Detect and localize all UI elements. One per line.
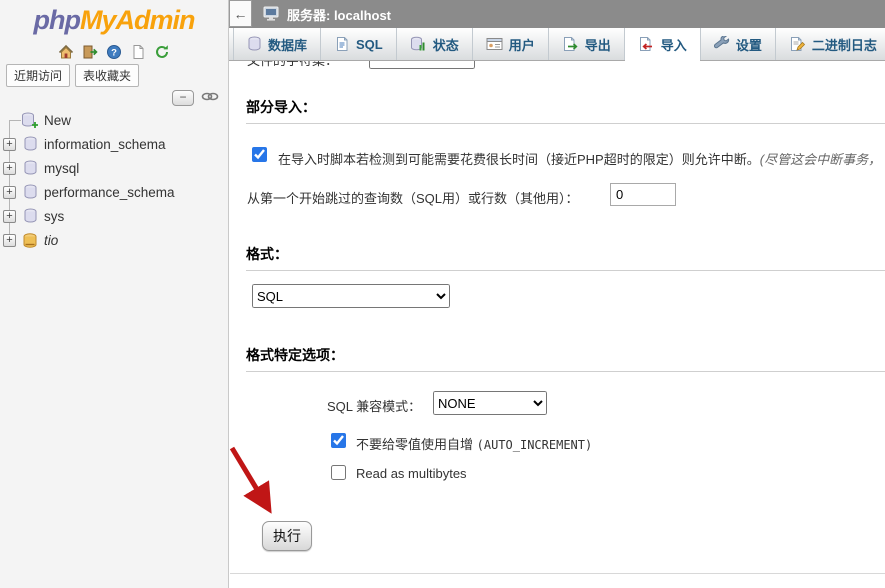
database-icon — [21, 160, 39, 176]
tree-item-mysql[interactable]: + mysql — [0, 156, 228, 180]
tree-controls: − — [172, 89, 219, 107]
sidebar-panel-tabs: 近期访问 表收藏夹 — [6, 64, 139, 87]
tab-users[interactable]: 用户 — [473, 28, 549, 60]
logo-php-text: php — [34, 5, 80, 35]
tab-export[interactable]: 导出 — [549, 28, 625, 60]
tab-settings[interactable]: 设置 — [701, 28, 776, 60]
collapse-all-button[interactable]: − — [172, 90, 194, 106]
format-select[interactable]: SQL — [252, 284, 450, 308]
format-heading: 格式： — [246, 244, 885, 271]
database-icon — [247, 36, 262, 52]
skip-queries-label: 从第一个开始跳过的查询数（SQL用）或行数（其他用）： — [247, 188, 579, 207]
import-icon — [638, 36, 655, 52]
database-tree: New + information_schema + mysql + — [0, 108, 228, 252]
refresh-icon[interactable] — [154, 43, 171, 60]
interrupt-note: (尽管这会中断事务， — [760, 152, 881, 167]
format-options-heading: 格式特定选项： — [246, 345, 885, 372]
phpmyadmin-logo[interactable]: phpMyAdmin — [0, 5, 228, 36]
tab-sql[interactable]: SQL — [321, 28, 397, 60]
tree-item-label: performance_schema — [44, 185, 175, 200]
favorite-tables-dropdown[interactable]: 表收藏夹 — [75, 64, 139, 87]
docs-icon[interactable] — [130, 43, 147, 60]
status-icon — [410, 36, 427, 52]
tree-item-label: mysql — [44, 161, 79, 176]
tab-label: 导出 — [585, 35, 611, 54]
red-annotation-arrow — [220, 438, 292, 530]
expand-plus-icon[interactable]: + — [3, 162, 16, 175]
database-icon — [21, 136, 39, 152]
home-icon[interactable] — [58, 43, 75, 60]
tree-item-label: tio — [44, 233, 58, 248]
tree-item-label: New — [44, 113, 71, 128]
database-icon — [21, 208, 39, 224]
autoincrement-code: (AUTO_INCREMENT) — [477, 438, 593, 452]
no-zero-autoincrement-label: 不要给零值使用自增 (AUTO_INCREMENT) — [356, 434, 592, 453]
users-icon — [486, 36, 503, 52]
svg-text:?: ? — [111, 47, 117, 58]
sql-icon — [334, 36, 350, 52]
server-label[interactable]: 服务器: localhost — [287, 5, 391, 24]
allow-interrupt-checkbox[interactable] — [252, 147, 267, 162]
tab-label: 设置 — [736, 35, 762, 54]
tab-import[interactable]: 导入 — [625, 28, 701, 60]
expand-plus-icon[interactable]: + — [3, 234, 16, 247]
tree-item-information-schema[interactable]: + information_schema — [0, 132, 228, 156]
server-tabs: 数据库 SQL 状态 用户 导出 — [229, 28, 885, 61]
footer-divider — [230, 573, 885, 574]
tree-item-tio[interactable]: + tio — [0, 228, 228, 252]
recent-tables-dropdown[interactable]: 近期访问 — [6, 64, 70, 87]
tab-label: 数据库 — [268, 35, 307, 54]
logo-myadmin-text: MyAdmin — [80, 5, 195, 35]
tree-item-new-database[interactable]: New — [0, 108, 228, 132]
tree-item-label: information_schema — [44, 137, 166, 152]
tree-item-sys[interactable]: + sys — [0, 204, 228, 228]
partial-import-heading: 部分导入： — [246, 97, 885, 124]
sidebar-collapse-button[interactable]: ← — [229, 0, 252, 27]
settings-wrench-icon — [714, 36, 730, 52]
server-monitor-icon — [263, 6, 281, 22]
tab-label: 二进制日志 — [812, 35, 877, 54]
binary-log-icon — [789, 36, 806, 52]
tab-label: 状态 — [433, 35, 459, 54]
exit-icon[interactable] — [82, 43, 99, 60]
no-zero-autoincrement-checkbox[interactable] — [331, 433, 346, 448]
link-icon[interactable] — [201, 89, 219, 107]
sql-compat-label: SQL 兼容模式： — [327, 396, 421, 415]
database-selected-icon — [21, 232, 39, 249]
expand-plus-icon[interactable]: + — [3, 210, 16, 223]
new-database-icon — [21, 112, 39, 129]
expand-plus-icon[interactable]: + — [3, 186, 16, 199]
allow-interrupt-label: 在导入时脚本若检测到可能需要花费很长时间（接近PHP超时的限定）则允许中断。(尽… — [278, 149, 881, 168]
read-multibytes-checkbox[interactable] — [331, 465, 346, 480]
tab-status[interactable]: 状态 — [397, 28, 473, 60]
skip-queries-input[interactable] — [610, 183, 676, 206]
server-breadcrumb-bar: 服务器: localhost — [229, 0, 885, 28]
execute-button[interactable]: 执行 — [262, 521, 312, 551]
tab-label: 用户 — [509, 35, 535, 54]
tab-binary-log[interactable]: 二进制日志 — [776, 28, 885, 60]
sql-compat-select[interactable]: NONE — [433, 391, 547, 415]
tree-item-performance-schema[interactable]: + performance_schema — [0, 180, 228, 204]
expand-plus-icon[interactable]: + — [3, 138, 16, 151]
tab-databases[interactable]: 数据库 — [233, 28, 321, 60]
read-multibytes-label: Read as multibytes — [356, 466, 467, 481]
sidebar: phpMyAdmin ? 近期访问 表收藏夹 − — [0, 0, 229, 588]
export-icon — [562, 36, 579, 52]
tree-item-label: sys — [44, 209, 64, 224]
tab-label: 导入 — [661, 35, 687, 54]
tree-stub — [9, 120, 21, 121]
tab-label: SQL — [356, 37, 383, 52]
phpmyadmin-screen: phpMyAdmin ? 近期访问 表收藏夹 − — [0, 0, 885, 588]
sidebar-nav-icons: ? — [0, 43, 228, 60]
database-icon — [21, 184, 39, 200]
help-icon[interactable]: ? — [106, 43, 123, 60]
